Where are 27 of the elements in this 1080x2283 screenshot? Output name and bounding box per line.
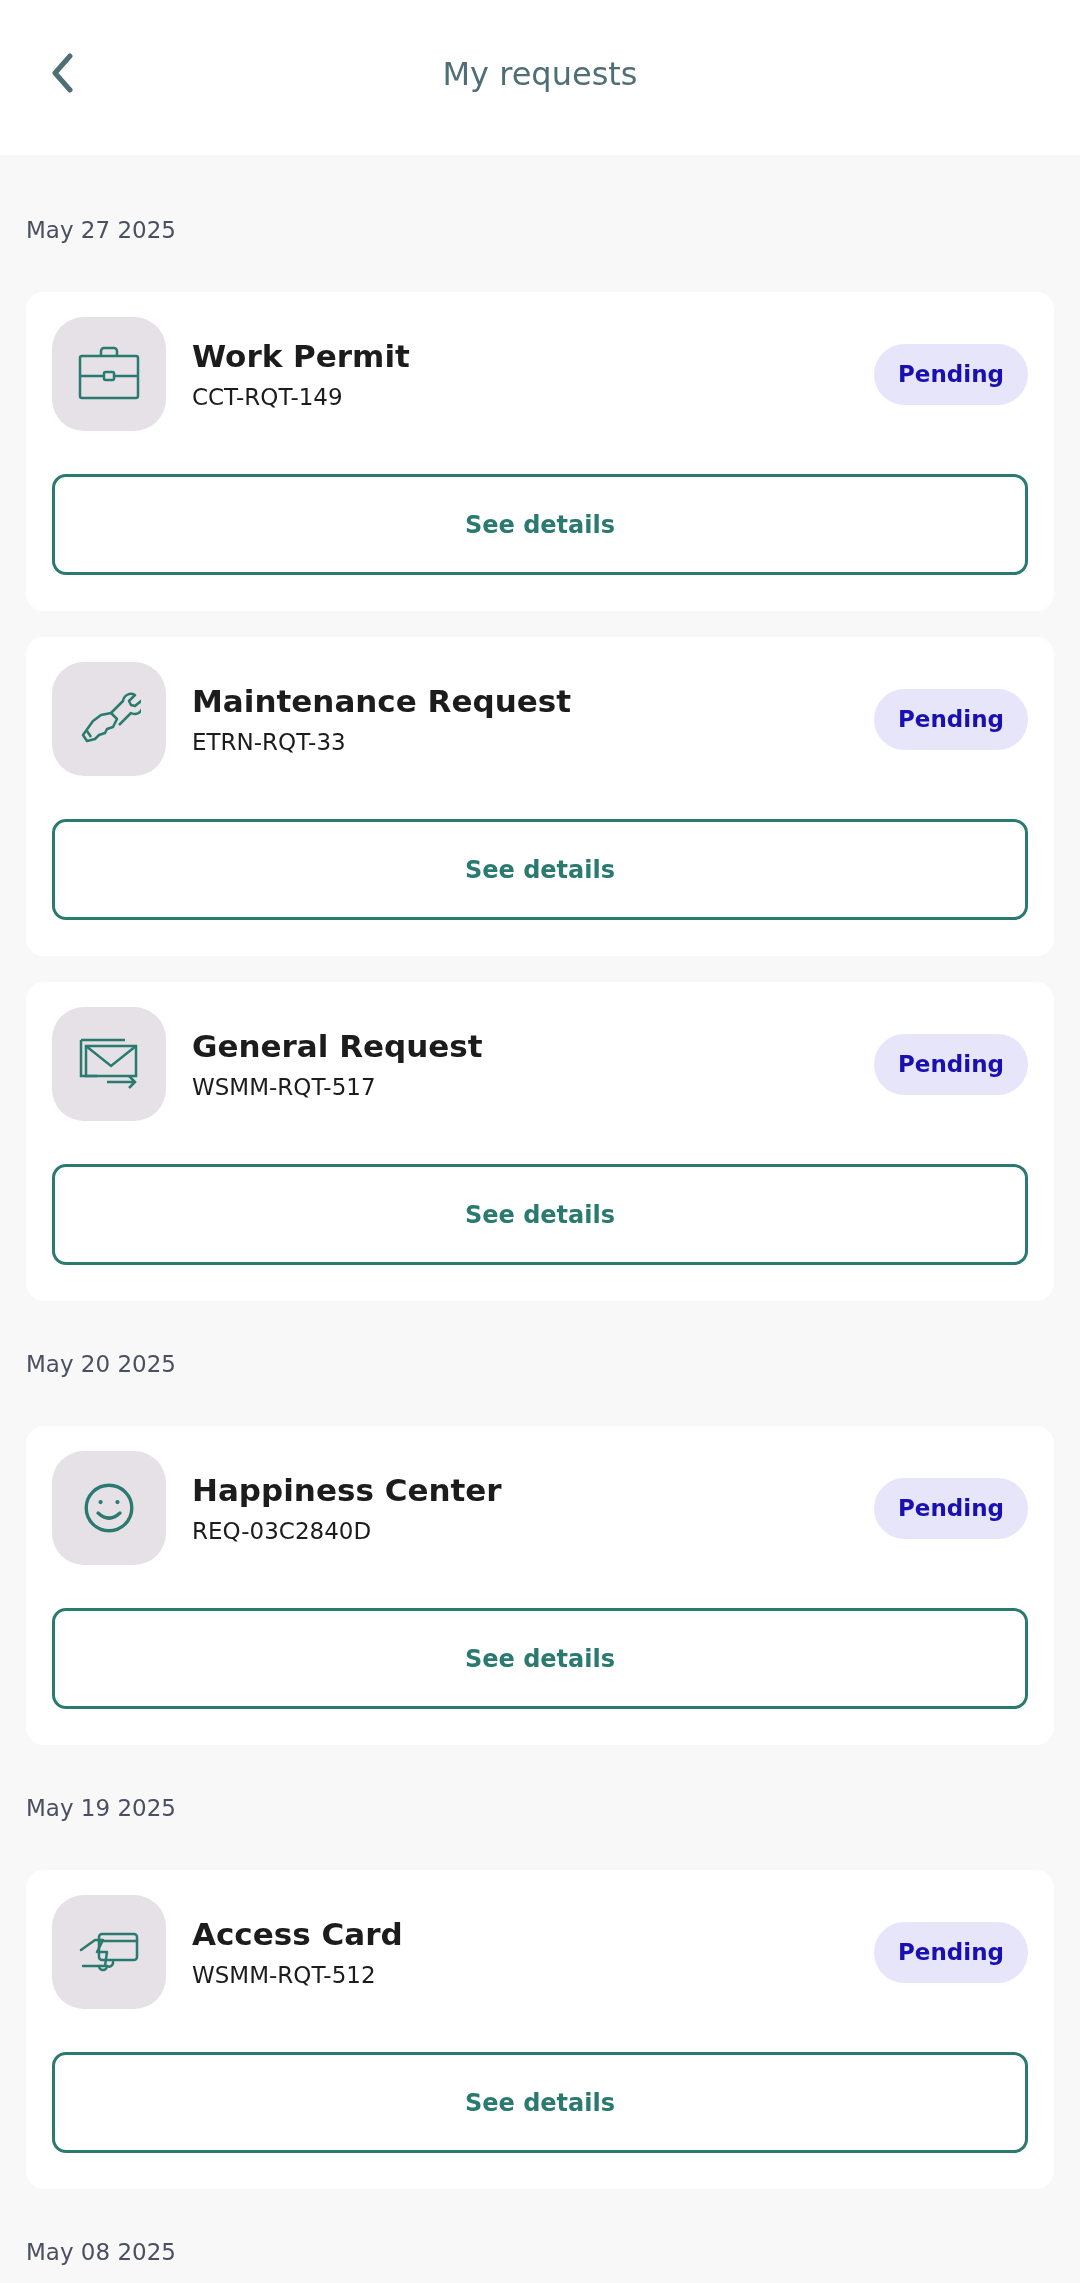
date-label: May 08 2025 xyxy=(26,2238,177,2267)
request-title: Happiness Center xyxy=(192,1472,503,1508)
request-title: General Request xyxy=(192,1028,484,1064)
date-label: May 19 2025 xyxy=(26,1794,177,1823)
date-label: May 20 2025 xyxy=(26,1350,177,1379)
smiley-icon xyxy=(82,1481,136,1535)
status-badge: Pending xyxy=(874,688,1028,750)
see-details-button[interactable]: See details xyxy=(52,1164,1028,1265)
status-badge: Pending xyxy=(874,343,1028,405)
see-details-button[interactable]: See details xyxy=(52,474,1028,575)
back-icon[interactable] xyxy=(50,53,74,93)
status-badge: Pending xyxy=(874,1477,1028,1539)
request-code: ETRN-RQT-33 xyxy=(192,729,347,755)
see-details-button[interactable]: See details xyxy=(52,819,1028,920)
see-details-button[interactable]: See details xyxy=(52,2052,1028,2153)
request-code: CCT-RQT-149 xyxy=(192,384,344,410)
request-code: WSMM-RQT-517 xyxy=(192,1074,377,1100)
status-badge: Pending xyxy=(874,1921,1028,1983)
request-title: Work Permit xyxy=(192,338,411,374)
request-title: Maintenance Request xyxy=(192,683,572,719)
request-code: WSMM-RQT-512 xyxy=(192,1962,377,1988)
page-title: My requests xyxy=(442,54,638,93)
see-details-button[interactable]: See details xyxy=(52,1608,1028,1709)
request-code: REQ-03C2840D xyxy=(192,1518,373,1544)
status-badge: Pending xyxy=(874,1033,1028,1095)
request-title: Access Card xyxy=(192,1916,404,1952)
date-label: May 27 2025 xyxy=(26,216,177,245)
